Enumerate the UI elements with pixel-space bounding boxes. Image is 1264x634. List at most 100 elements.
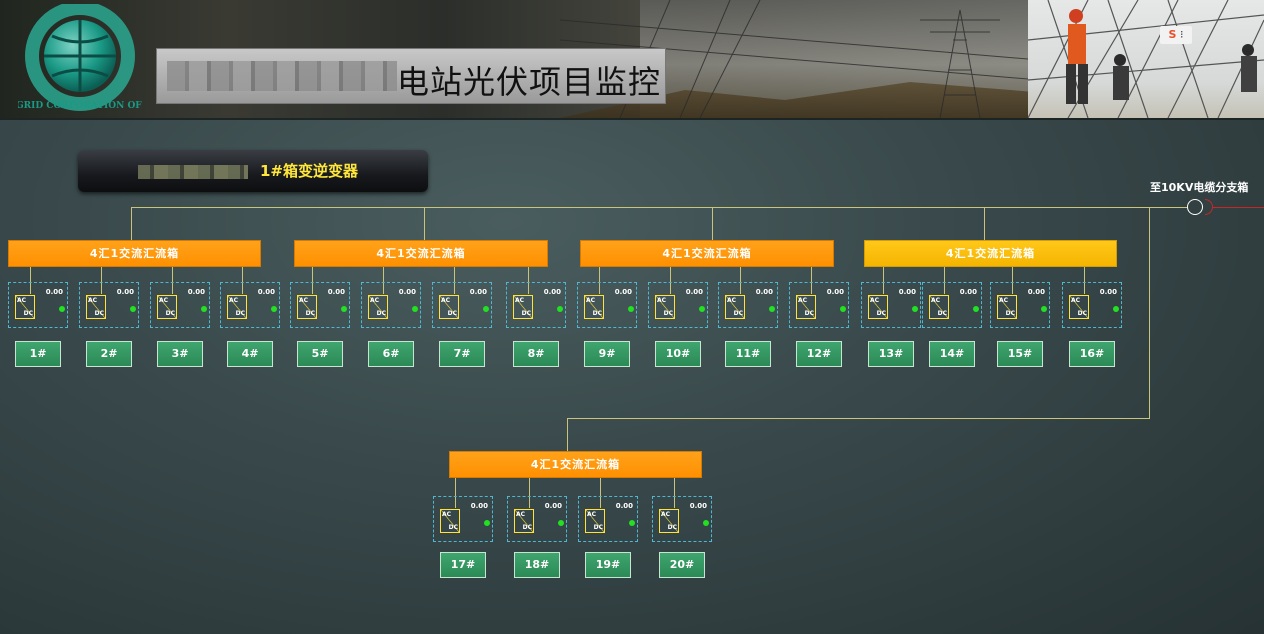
ac-dc-inverter-icon: AC DC [997,295,1017,319]
inverter-unit[interactable]: AC DC 0.00 [507,496,567,542]
status-indicator [558,520,564,526]
ac-label: AC [229,297,239,304]
inverter-button-14[interactable]: 14# [929,341,975,367]
inverter-power-value: 0.00 [116,288,134,296]
inverter-unit[interactable]: AC DC 0.00 [506,282,566,328]
inverter-unit[interactable]: AC DC 0.00 [361,282,421,328]
inverter-unit[interactable]: AC DC 0.00 [8,282,68,328]
inverter-button-19[interactable]: 19# [585,552,631,578]
inverter-power-value: 0.00 [959,288,977,296]
branch-horizontal-line [567,418,1150,419]
combiner-box[interactable]: 4汇1交流汇流箱 [8,240,261,267]
inverter-unit[interactable]: AC DC 0.00 [990,282,1050,328]
inverter-unit[interactable]: AC DC 0.00 [718,282,778,328]
bus-drop-line [131,207,132,240]
ac-label: AC [1071,297,1081,304]
status-indicator [130,306,136,312]
status-indicator [341,306,347,312]
dc-label: DC [733,310,743,317]
section-title: 1#箱变逆变器 [260,162,359,180]
combiner-box[interactable]: 4汇1交流汇流箱 [294,240,548,267]
inverter-unit[interactable]: AC DC 0.00 [432,282,492,328]
inverter-power-value: 0.00 [898,288,916,296]
combiner-box[interactable]: 4汇1交流汇流箱 [580,240,834,267]
ac-dc-inverter-icon: AC DC [796,295,816,319]
dc-label: DC [876,310,886,317]
ac-label: AC [657,297,667,304]
dc-label: DC [667,524,677,531]
inverter-button-13[interactable]: 13# [868,341,914,367]
ac-label: AC [88,297,98,304]
combiner-box[interactable]: 4汇1交流汇流箱 [864,240,1117,267]
inverter-power-value: 0.00 [615,502,633,510]
status-indicator [557,306,563,312]
inverter-button-16[interactable]: 16# [1069,341,1115,367]
inverter-button-5[interactable]: 5# [297,341,343,367]
inverter-unit[interactable]: AC DC 0.00 [220,282,280,328]
inverter-power-value: 0.00 [685,288,703,296]
inverter-power-value: 0.00 [327,288,345,296]
inverter-button-9[interactable]: 9# [584,341,630,367]
status-indicator [484,520,490,526]
lineman-graphic [1027,0,1264,118]
inverter-power-value: 0.00 [826,288,844,296]
inverter-power-value: 0.00 [470,502,488,510]
inverter-button-8[interactable]: 8# [513,341,559,367]
inverter-button-18[interactable]: 18# [514,552,560,578]
inverter-button-4[interactable]: 4# [227,341,273,367]
ac-dc-inverter-icon: AC DC [157,295,177,319]
inverter-unit[interactable]: AC DC 0.00 [433,496,493,542]
inverter-button-15[interactable]: 15# [997,341,1043,367]
inverter-button-1[interactable]: 1# [15,341,61,367]
status-indicator [271,306,277,312]
inverter-unit[interactable]: AC DC 0.00 [861,282,921,328]
ac-dc-inverter-icon: AC DC [439,295,459,319]
dc-label: DC [937,310,947,317]
ac-dc-inverter-icon: AC DC [868,295,888,319]
ac-label: AC [442,511,452,518]
inverter-unit[interactable]: AC DC 0.00 [1062,282,1122,328]
logo-caption: STATE GRID CORPORATION OF CHINA [18,101,142,111]
inverter-power-value: 0.00 [398,288,416,296]
inverter-button-2[interactable]: 2# [86,341,132,367]
ac-dc-inverter-icon: AC DC [655,295,675,319]
inverter-button-20[interactable]: 20# [659,552,705,578]
inverter-unit[interactable]: AC DC 0.00 [648,282,708,328]
inverter-button-6[interactable]: 6# [368,341,414,367]
dc-label: DC [23,310,33,317]
ac-label: AC [441,297,451,304]
dc-label: DC [592,310,602,317]
sohu-input-icon[interactable]: S ⁝ [1160,26,1192,44]
status-indicator [912,306,918,312]
inverter-unit[interactable]: AC DC 0.00 [578,496,638,542]
inverter-unit[interactable]: AC DC 0.00 [789,282,849,328]
status-indicator [629,520,635,526]
status-indicator [973,306,979,312]
ac-label: AC [516,511,526,518]
inverter-button-11[interactable]: 11# [725,341,771,367]
inverter-unit[interactable]: AC DC 0.00 [922,282,982,328]
inverter-unit[interactable]: AC DC 0.00 [652,496,712,542]
inverter-unit[interactable]: AC DC 0.00 [577,282,637,328]
inverter-button-17[interactable]: 17# [440,552,486,578]
inverter-button-7[interactable]: 7# [439,341,485,367]
section-header: 1#箱变逆变器 [78,150,428,192]
feeder-label: 至10KV电缆分支箱 [1150,181,1249,194]
inverter-button-12[interactable]: 12# [796,341,842,367]
inverter-button-10[interactable]: 10# [655,341,701,367]
bus-drop-line [712,207,713,240]
ac-label: AC [931,297,941,304]
ac-dc-inverter-icon: AC DC [15,295,35,319]
status-indicator [699,306,705,312]
inverter-unit[interactable]: AC DC 0.00 [290,282,350,328]
dc-label: DC [305,310,315,317]
inverter-power-value: 0.00 [257,288,275,296]
inverter-button-3[interactable]: 3# [157,341,203,367]
dc-label: DC [165,310,175,317]
inverter-unit[interactable]: AC DC 0.00 [79,282,139,328]
ac-dc-inverter-icon: AC DC [227,295,247,319]
inverter-unit[interactable]: AC DC 0.00 [150,282,210,328]
ac-dc-inverter-icon: AC DC [368,295,388,319]
ac-label: AC [159,297,169,304]
combiner-box[interactable]: 4汇1交流汇流箱 [449,451,702,478]
